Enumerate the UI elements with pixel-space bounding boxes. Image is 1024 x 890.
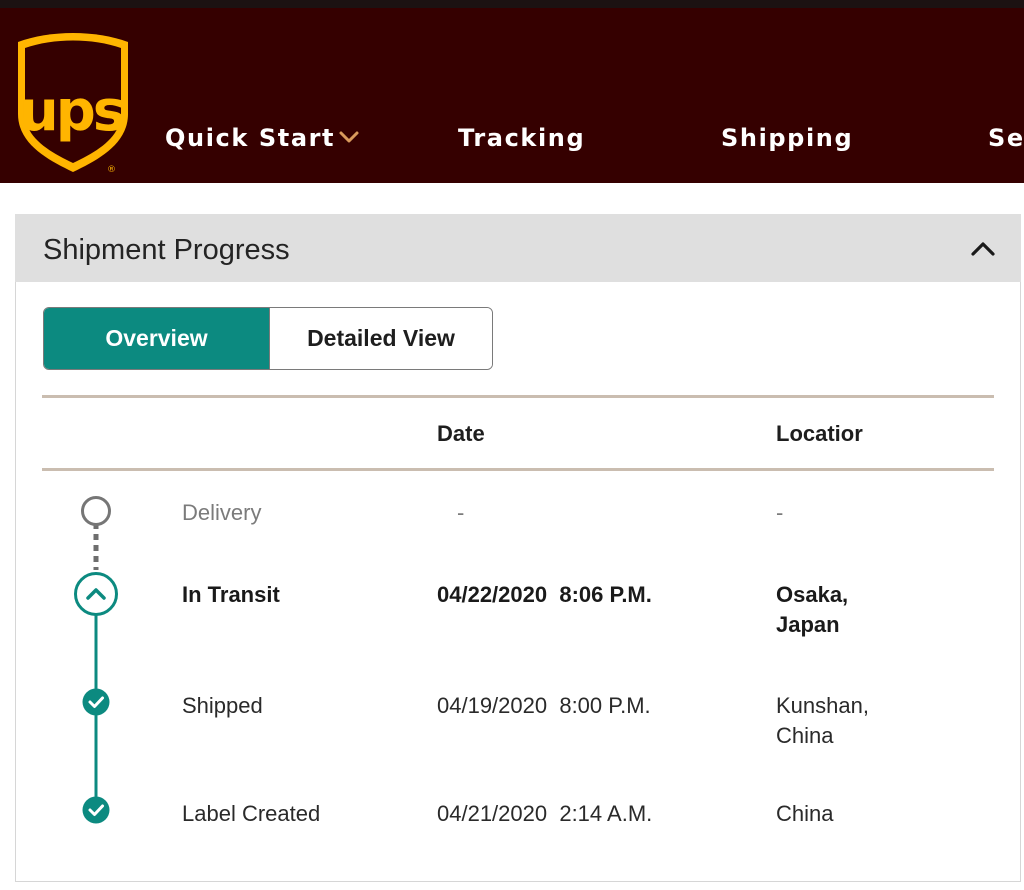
event-date: - bbox=[457, 500, 465, 525]
nav-quick-start[interactable]: Quick Start bbox=[165, 120, 335, 156]
tab-overview[interactable]: Overview bbox=[44, 308, 269, 369]
event-location: China bbox=[776, 801, 834, 826]
event-location: Osaka, Japan bbox=[776, 582, 849, 637]
table-top-divider bbox=[42, 395, 994, 398]
checkmark-icon bbox=[82, 688, 110, 716]
chevron-down-icon[interactable] bbox=[338, 126, 360, 148]
event-location: Kunshan, China bbox=[776, 693, 869, 748]
nav-shipping[interactable]: Shipping bbox=[721, 120, 853, 156]
browser-top-strip bbox=[0, 0, 1024, 8]
ups-logo[interactable]: ups ® bbox=[14, 32, 132, 174]
column-header-date: Date bbox=[437, 421, 485, 446]
event-location: - bbox=[776, 500, 784, 525]
nav-truncated-item[interactable]: Se bbox=[988, 120, 1024, 156]
chevron-up-icon[interactable] bbox=[969, 238, 997, 260]
svg-text:®: ® bbox=[107, 165, 116, 174]
tab-detailed-view[interactable]: Detailed View bbox=[269, 308, 492, 369]
event-status: Delivery bbox=[182, 500, 262, 525]
nav-tracking[interactable]: Tracking bbox=[458, 120, 585, 156]
panel-header[interactable]: Shipment Progress bbox=[15, 214, 1021, 282]
table-header-divider bbox=[42, 468, 994, 471]
panel-title: Shipment Progress bbox=[43, 234, 290, 266]
progress-timeline bbox=[74, 496, 118, 824]
checkmark-icon bbox=[82, 796, 110, 824]
pending-circle-icon bbox=[81, 496, 111, 526]
event-date: 04/21/2020 2:14 A.M. bbox=[437, 801, 653, 826]
logo-wordmark: ups bbox=[19, 79, 124, 144]
event-status: Label Created bbox=[182, 801, 321, 826]
event-status: In Transit bbox=[182, 582, 280, 607]
event-date: 04/19/2020 8:00 P.M. bbox=[437, 693, 651, 718]
site-header: ups ® Quick Start Tracking Shipping Se bbox=[0, 8, 1024, 183]
in-transit-icon bbox=[74, 572, 118, 616]
column-header-location: Locatior bbox=[776, 421, 863, 446]
event-status: Shipped bbox=[182, 693, 263, 718]
event-date: 04/22/2020 8:06 P.M. bbox=[437, 582, 652, 607]
view-toggle: Overview Detailed View bbox=[43, 307, 493, 370]
